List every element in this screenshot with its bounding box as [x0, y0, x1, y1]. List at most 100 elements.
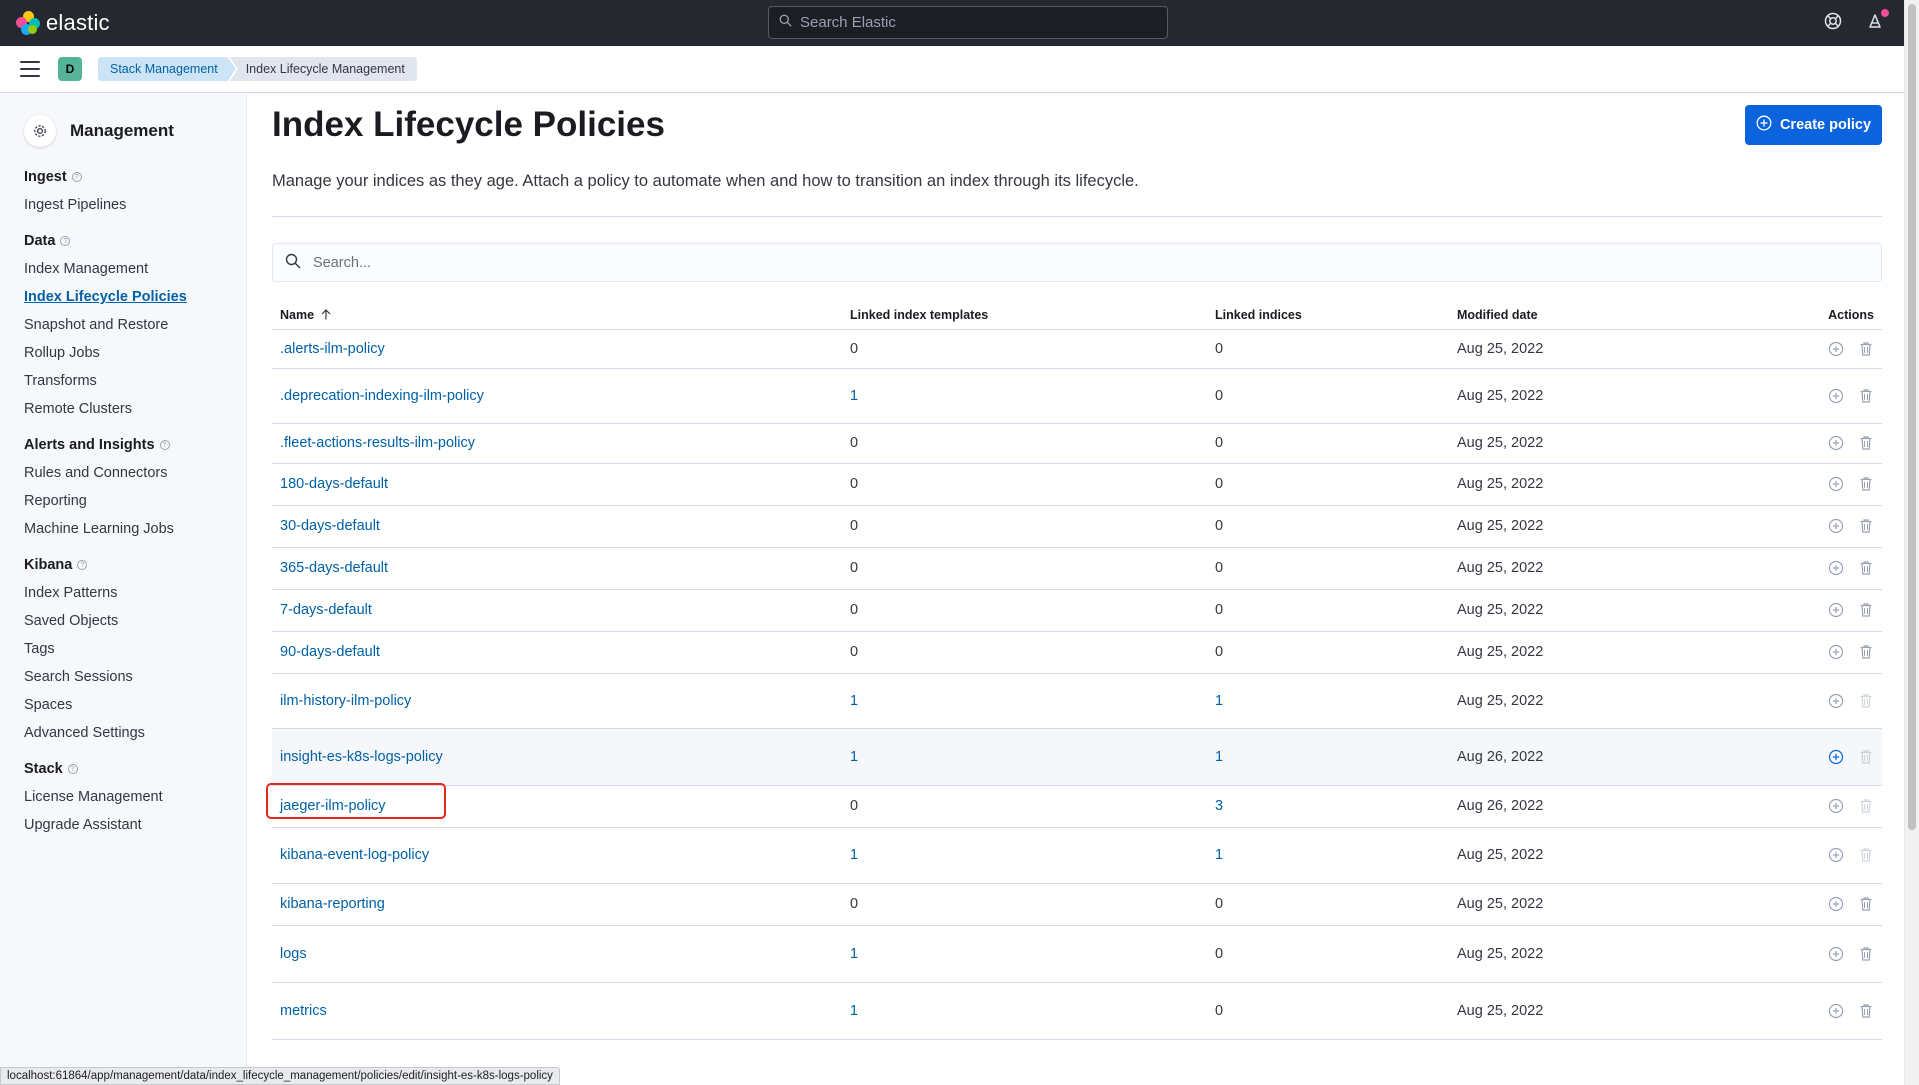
trash-icon[interactable]: [1858, 798, 1874, 814]
sidebar-item-index-management[interactable]: Index Management: [24, 255, 246, 283]
policy-name-link[interactable]: kibana-event-log-policy: [280, 847, 429, 863]
add-policy-to-template-icon[interactable]: [1828, 798, 1844, 814]
policy-name-link[interactable]: logs: [280, 946, 307, 962]
sidebar-item-index-lifecycle-policies[interactable]: Index Lifecycle Policies: [24, 283, 246, 311]
sidebar-item-reporting[interactable]: Reporting: [24, 487, 246, 515]
policy-name-cell[interactable]: kibana-reporting: [272, 883, 842, 926]
trash-icon[interactable]: [1858, 388, 1874, 404]
trash-icon[interactable]: [1858, 560, 1874, 576]
sidebar-item-rules-and-connectors[interactable]: Rules and Connectors: [24, 459, 246, 487]
policy-name-link[interactable]: metrics: [280, 1003, 327, 1019]
linked-indices-cell[interactable]: 1: [1207, 827, 1449, 884]
trash-icon[interactable]: [1858, 341, 1874, 357]
policy-name-link[interactable]: insight-es-k8s-logs-policy: [280, 749, 443, 765]
news-feed-icon[interactable]: [1866, 9, 1889, 32]
linked-templates-cell[interactable]: 1: [842, 827, 1207, 884]
add-policy-to-template-icon[interactable]: [1828, 946, 1844, 962]
trash-icon[interactable]: [1858, 1003, 1874, 1019]
policy-name-link[interactable]: .fleet-actions-results-ilm-policy: [280, 435, 475, 451]
policy-name-cell[interactable]: jaeger-ilm-policy: [266, 783, 842, 828]
policy-name-cell[interactable]: metrics: [272, 982, 842, 1040]
add-policy-to-template-icon[interactable]: [1828, 518, 1844, 534]
trash-icon[interactable]: [1858, 896, 1874, 912]
sidebar-item-remote-clusters[interactable]: Remote Clusters: [24, 395, 246, 423]
policy-name-link[interactable]: 7-days-default: [280, 602, 372, 618]
policy-name-cell[interactable]: 30-days-default: [272, 505, 842, 548]
column-header-modified-date[interactable]: Modified date: [1449, 301, 1739, 330]
breadcrumb-stack-management[interactable]: Stack Management: [98, 57, 236, 81]
policy-name-cell[interactable]: insight-es-k8s-logs-policy: [272, 728, 842, 786]
trash-icon[interactable]: [1858, 602, 1874, 618]
linked-templates-cell[interactable]: 1: [842, 368, 1207, 424]
policy-name-cell[interactable]: logs: [272, 925, 842, 983]
policy-name-cell[interactable]: .alerts-ilm-policy: [272, 329, 842, 369]
help-icon[interactable]: [1824, 12, 1844, 32]
policy-name-link[interactable]: .deprecation-indexing-ilm-policy: [280, 388, 484, 404]
trash-icon[interactable]: [1858, 518, 1874, 534]
add-policy-to-template-icon[interactable]: [1828, 847, 1844, 863]
trash-icon[interactable]: [1858, 693, 1874, 709]
sidebar-item-advanced-settings[interactable]: Advanced Settings: [24, 719, 246, 747]
sidebar-item-upgrade-assistant[interactable]: Upgrade Assistant: [24, 811, 246, 839]
policy-name-cell[interactable]: ilm-history-ilm-policy: [272, 673, 842, 729]
sidebar-item-ingest-pipelines[interactable]: Ingest Pipelines: [24, 191, 246, 219]
policy-name-link[interactable]: ilm-history-ilm-policy: [280, 693, 411, 709]
policy-name-link[interactable]: .alerts-ilm-policy: [280, 341, 385, 357]
trash-icon[interactable]: [1858, 644, 1874, 660]
sidebar-item-search-sessions[interactable]: Search Sessions: [24, 663, 246, 691]
global-search-input[interactable]: Search Elastic: [768, 6, 1168, 39]
policy-name-link[interactable]: 180-days-default: [280, 476, 388, 492]
add-policy-to-template-icon[interactable]: [1828, 1003, 1844, 1019]
policy-name-cell[interactable]: .fleet-actions-results-ilm-policy: [272, 423, 842, 464]
page-scrollbar[interactable]: [1904, 0, 1919, 1085]
trash-icon[interactable]: [1858, 435, 1874, 451]
policy-name-link[interactable]: 90-days-default: [280, 644, 380, 660]
policy-name-link[interactable]: 365-days-default: [280, 560, 388, 576]
sidebar-item-snapshot-and-restore[interactable]: Snapshot and Restore: [24, 311, 246, 339]
sidebar-item-tags[interactable]: Tags: [24, 635, 246, 663]
policy-name-cell[interactable]: .deprecation-indexing-ilm-policy: [272, 368, 842, 424]
policy-name-link[interactable]: kibana-reporting: [280, 896, 385, 912]
elastic-logo[interactable]: elastic: [16, 10, 110, 36]
add-policy-to-template-icon[interactable]: [1828, 749, 1844, 765]
menu-toggle-icon[interactable]: [20, 61, 40, 77]
add-policy-to-template-icon[interactable]: [1828, 476, 1844, 492]
sidebar-item-transforms[interactable]: Transforms: [24, 367, 246, 395]
add-policy-to-template-icon[interactable]: [1828, 602, 1844, 618]
policy-name-cell[interactable]: 365-days-default: [272, 547, 842, 590]
linked-indices-cell[interactable]: 1: [1207, 728, 1449, 786]
column-header-name[interactable]: Name: [272, 301, 842, 330]
linked-templates-cell[interactable]: 1: [842, 925, 1207, 983]
add-policy-to-template-icon[interactable]: [1828, 896, 1844, 912]
linked-indices-cell[interactable]: 1: [1207, 673, 1449, 729]
sidebar-item-license-management[interactable]: License Management: [24, 783, 246, 811]
policy-name-cell[interactable]: kibana-event-log-policy: [272, 827, 842, 884]
sidebar-item-saved-objects[interactable]: Saved Objects: [24, 607, 246, 635]
linked-templates-cell[interactable]: 1: [842, 673, 1207, 729]
policy-search-input[interactable]: Search...: [272, 243, 1882, 282]
sidebar-item-spaces[interactable]: Spaces: [24, 691, 246, 719]
column-header-linked-indices[interactable]: Linked indices: [1207, 301, 1449, 330]
linked-templates-cell[interactable]: 1: [842, 982, 1207, 1040]
sidebar-item-rollup-jobs[interactable]: Rollup Jobs: [24, 339, 246, 367]
trash-icon[interactable]: [1858, 476, 1874, 492]
policy-name-cell[interactable]: 90-days-default: [272, 631, 842, 674]
add-policy-to-template-icon[interactable]: [1828, 560, 1844, 576]
trash-icon[interactable]: [1858, 847, 1874, 863]
policy-name-link[interactable]: 30-days-default: [280, 518, 380, 534]
policy-name-cell[interactable]: 180-days-default: [272, 463, 842, 506]
space-avatar[interactable]: D: [58, 57, 82, 81]
linked-indices-cell[interactable]: 3: [1207, 785, 1449, 828]
column-header-linked-index-templates[interactable]: Linked index templates: [842, 301, 1207, 330]
add-policy-to-template-icon[interactable]: [1828, 644, 1844, 660]
sidebar-item-machine-learning-jobs[interactable]: Machine Learning Jobs: [24, 515, 246, 543]
create-policy-button[interactable]: Create policy: [1745, 105, 1882, 145]
scrollbar-thumb[interactable]: [1908, 4, 1916, 830]
sidebar-item-index-patterns[interactable]: Index Patterns: [24, 579, 246, 607]
add-policy-to-template-icon[interactable]: [1828, 341, 1844, 357]
linked-templates-cell[interactable]: 1: [842, 728, 1207, 786]
add-policy-to-template-icon[interactable]: [1828, 388, 1844, 404]
policy-name-cell[interactable]: 7-days-default: [272, 589, 842, 632]
trash-icon[interactable]: [1858, 749, 1874, 765]
add-policy-to-template-icon[interactable]: [1828, 693, 1844, 709]
